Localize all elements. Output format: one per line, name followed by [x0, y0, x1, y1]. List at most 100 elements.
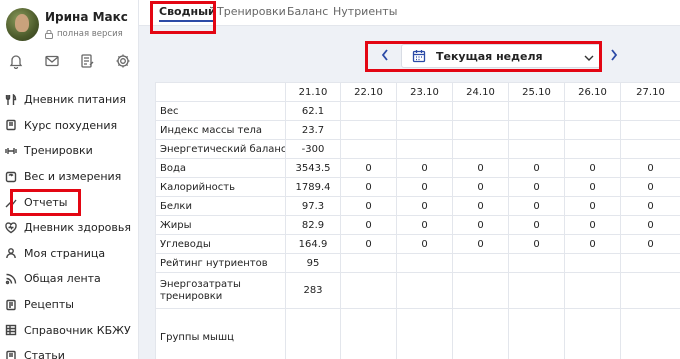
- table-cell: 0: [396, 177, 453, 197]
- sidebar-item-label: Тренировки: [24, 144, 93, 158]
- table-cell: [564, 101, 621, 121]
- table-cell: 0: [452, 215, 509, 235]
- table-cell: 97.3: [285, 196, 341, 216]
- table-cell: [396, 253, 453, 273]
- tab-summary[interactable]: Сводный: [159, 5, 216, 22]
- table-cell: 0: [396, 234, 453, 254]
- recipe-icon: [4, 298, 18, 312]
- row-label: Калорийность: [155, 177, 286, 197]
- bell-icon[interactable]: [7, 52, 25, 70]
- sidebar-item-health-diary[interactable]: Дневник здоровья: [0, 215, 139, 241]
- table-cell: [508, 272, 565, 309]
- sidebar-item-articles[interactable]: Статьи: [0, 343, 139, 359]
- table-row: Группы мышц: [155, 308, 680, 359]
- report-tabs: Сводный Тренировки Баланс Нутриенты: [139, 0, 680, 26]
- table-cell: 0: [396, 215, 453, 235]
- table-cell: [452, 308, 509, 359]
- calendar-icon: [412, 49, 426, 63]
- table-cell: [285, 308, 341, 359]
- table-cell: 3543.5: [285, 158, 341, 178]
- table-cell: 0: [508, 177, 565, 197]
- sidebar-item-feed[interactable]: Общая лента: [0, 266, 139, 292]
- table-cell: [340, 253, 397, 273]
- user-name[interactable]: Ирина Макс: [45, 10, 128, 24]
- table-cell: [508, 253, 565, 273]
- previous-week-button[interactable]: [377, 46, 393, 64]
- table-cell: [620, 139, 680, 159]
- table-cell: [564, 272, 621, 309]
- row-label: Индекс массы тела: [155, 120, 286, 140]
- week-select-value: Текущая неделя: [436, 49, 543, 63]
- notes-icon[interactable]: [78, 52, 96, 70]
- sidebar-item-workouts[interactable]: Тренировки: [0, 138, 139, 164]
- tab-nutrients[interactable]: Нутриенты: [333, 5, 397, 18]
- sidebar-item-weight-loss-course[interactable]: Курс похудения: [0, 113, 139, 139]
- date-header: 23.10: [396, 82, 453, 102]
- table-cell: 0: [564, 215, 621, 235]
- sidebar: Ирина Макс полная версия Дневник питания…: [0, 0, 139, 359]
- chevron-left-icon: [381, 49, 388, 61]
- date-header: 27.10: [620, 82, 680, 102]
- table-cell: 0: [508, 234, 565, 254]
- date-header: 22.10: [340, 82, 397, 102]
- table-cell: [620, 272, 680, 309]
- table-cell: 82.9: [285, 215, 341, 235]
- table-cell: [564, 308, 621, 359]
- feed-icon: [4, 272, 18, 286]
- sidebar-item-my-page[interactable]: Моя страница: [0, 241, 139, 267]
- gear-icon[interactable]: [114, 52, 132, 70]
- table-cell: [452, 272, 509, 309]
- sidebar-item-label: Общая лента: [24, 272, 101, 286]
- table-cell: 0: [564, 234, 621, 254]
- table-cell: [452, 139, 509, 159]
- row-label: Вес: [155, 101, 286, 121]
- table-cell: 0: [452, 158, 509, 178]
- sidebar-item-reports[interactable]: Отчеты: [0, 189, 139, 215]
- table-cell: 0: [508, 215, 565, 235]
- row-label: Энергозатраты тренировки: [155, 272, 286, 309]
- table-cell: 62.1: [285, 101, 341, 121]
- sidebar-item-label: Курс похудения: [24, 118, 118, 132]
- profile[interactable]: Ирина Макс полная версия: [6, 8, 136, 44]
- sidebar-item-food-diary[interactable]: Дневник питания: [0, 87, 139, 113]
- summary-table: 21.10 22.10 23.10 24.10 25.10 26.10 27.1…: [155, 82, 680, 359]
- mail-icon[interactable]: [43, 52, 61, 70]
- tab-balance[interactable]: Баланс: [287, 5, 328, 18]
- table-cell: [340, 308, 397, 359]
- chevron-right-icon: [611, 49, 618, 61]
- table-cell: 0: [452, 177, 509, 197]
- week-select[interactable]: Текущая неделя: [401, 44, 601, 68]
- date-header: 24.10: [452, 82, 509, 102]
- table-cell: [396, 120, 453, 140]
- table-cell: 0: [620, 196, 680, 216]
- cutlery-icon: [4, 93, 18, 107]
- person-icon: [4, 246, 18, 260]
- sidebar-item-nutrition-reference[interactable]: Справочник КБЖУ: [0, 317, 139, 343]
- row-label: Энергетический баланс: [155, 139, 286, 159]
- table-row: Углеводы 164.9 0 0 0 0 0 0: [155, 234, 680, 254]
- date-header: 26.10: [564, 82, 621, 102]
- table-header-row: 21.10 22.10 23.10 24.10 25.10 26.10 27.1…: [155, 82, 680, 102]
- sidebar-item-label: Моя страница: [24, 246, 106, 260]
- table-cell: 0: [340, 234, 397, 254]
- avatar[interactable]: [6, 8, 39, 41]
- table-cell: [396, 272, 453, 309]
- table-cell: [620, 253, 680, 273]
- sidebar-item-weight-measurements[interactable]: Вес и измерения: [0, 164, 139, 190]
- table-cell: 0: [452, 234, 509, 254]
- table-cell: [452, 253, 509, 273]
- table-cell: 0: [508, 158, 565, 178]
- tab-workouts[interactable]: Тренировки: [217, 5, 286, 18]
- next-week-button[interactable]: [606, 46, 622, 64]
- table-cell: [396, 101, 453, 121]
- table-cell: 1789.4: [285, 177, 341, 197]
- sidebar-item-label: Статьи: [24, 349, 65, 359]
- sidebar-item-recipes[interactable]: Рецепты: [0, 292, 139, 318]
- table-cell: [340, 120, 397, 140]
- table-cell: [340, 101, 397, 121]
- table-cell: 0: [340, 196, 397, 216]
- table-cell: [340, 272, 397, 309]
- table-cell: [620, 120, 680, 140]
- table-cell: 0: [340, 158, 397, 178]
- table-cell: 23.7: [285, 120, 341, 140]
